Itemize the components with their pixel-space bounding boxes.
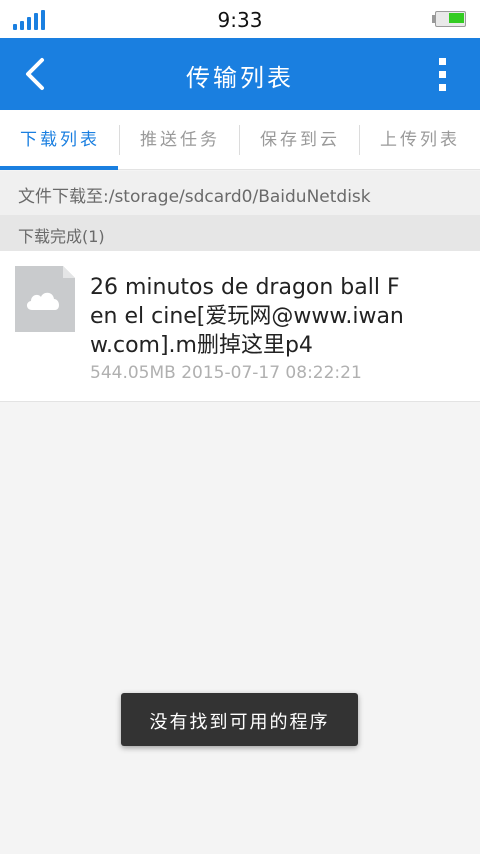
file-meta: 544.05MB 2015-07-17 08:22:21 [90, 363, 362, 383]
more-options-button[interactable] [428, 54, 458, 94]
file-name: 26 minutos de dragon ball F en el cine[爱… [90, 275, 404, 358]
list-item[interactable]: 26 minutos de dragon ball F en el cine[爱… [0, 251, 480, 402]
cloud-file-icon [15, 266, 75, 332]
tab-save-to-cloud[interactable]: 保存到云 [240, 110, 360, 170]
file-size: 544.05MB [90, 363, 176, 383]
section-header: 下载完成(1) [0, 215, 480, 251]
toast: 没有找到可用的程序 [121, 693, 358, 746]
page-title: 传输列表 [186, 64, 294, 92]
download-path-row: 文件下载至:/storage/sdcard0/BaiduNetdisk [0, 171, 480, 215]
tab-push-tasks[interactable]: 推送任务 [120, 110, 240, 170]
section-title: 下载完成(1) [18, 227, 105, 246]
file-date: 2015-07-17 08:22:21 [181, 363, 362, 383]
status-clock: 9:33 [217, 8, 263, 32]
battery-level [449, 13, 464, 23]
toast-message: 没有找到可用的程序 [149, 712, 330, 733]
tab-uploads[interactable]: 上传列表 [360, 110, 480, 170]
battery-icon [432, 11, 466, 27]
more-vertical-icon [439, 58, 446, 65]
app-bar: 传输列表 [0, 38, 480, 110]
download-path: 文件下载至:/storage/sdcard0/BaiduNetdisk [18, 187, 371, 207]
active-tab-indicator [0, 166, 118, 170]
tab-downloads[interactable]: 下载列表 [0, 110, 120, 170]
transfer-tabs: 下载列表 推送任务 保存到云 上传列表 [0, 110, 480, 170]
status-bar: 9:33 [0, 0, 480, 38]
